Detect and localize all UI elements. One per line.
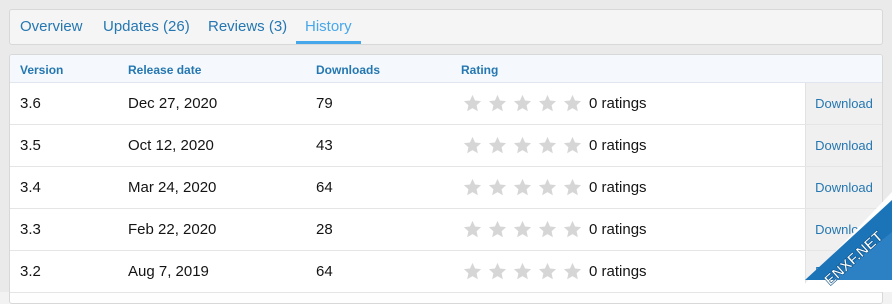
rating-count: 0 ratings — [589, 179, 647, 196]
tab-reviews[interactable]: Reviews (3) — [208, 10, 287, 44]
star-rating — [462, 177, 587, 199]
star-icon — [488, 220, 507, 238]
star-icon — [513, 262, 532, 280]
column-header-version: Version — [20, 63, 64, 77]
star-icon — [538, 136, 557, 154]
rating-count: 0 ratings — [589, 137, 647, 154]
star-icon — [463, 178, 482, 196]
table-row: 3.3 Feb 22, 2020 28 0 ratings Download — [10, 209, 882, 251]
star-icon — [538, 220, 557, 238]
version-cell: 3.3 — [20, 221, 41, 238]
tab-updates[interactable]: Updates (26) — [103, 10, 190, 44]
star-icon — [463, 262, 482, 280]
star-icon — [563, 136, 582, 154]
tab-bar: Overview Updates (26) Reviews (3) Histor… — [9, 9, 883, 45]
version-cell: 3.5 — [20, 137, 41, 154]
star-icon — [463, 220, 482, 238]
star-icon — [513, 178, 532, 196]
downloads-cell: 43 — [316, 137, 333, 154]
star-rating — [462, 135, 587, 157]
table-row: 3.2Aug 7, 2019640 ratingsDownload — [10, 251, 882, 293]
tab-overview[interactable]: Overview — [20, 10, 83, 44]
history-table: Version Release date Downloads Rating 3.… — [9, 54, 883, 304]
star-icon — [538, 262, 557, 280]
rating-count: 0 ratings — [589, 95, 647, 112]
downloads-cell: 64 — [316, 263, 333, 280]
watermark-badge: ENXF.NET — [797, 192, 892, 292]
star-icon — [563, 178, 582, 196]
star-icon — [513, 136, 532, 154]
star-icon — [463, 136, 482, 154]
star-icon — [488, 94, 507, 112]
table-row: 3.6 Dec 27, 2020 79 0 ratings Download — [10, 83, 882, 125]
star-icon — [563, 262, 582, 280]
download-button[interactable]: Download — [805, 83, 882, 124]
downloads-cell: 79 — [316, 95, 333, 112]
star-rating — [462, 93, 587, 115]
star-icon — [513, 94, 532, 112]
star-rating — [462, 219, 587, 241]
star-icon — [488, 136, 507, 154]
download-button[interactable]: Download — [805, 125, 882, 166]
tab-history[interactable]: History — [296, 10, 361, 44]
column-header-release-date: Release date — [128, 63, 202, 77]
star-rating — [462, 261, 587, 283]
column-header-rating: Rating — [461, 63, 499, 77]
star-icon — [513, 220, 532, 238]
release-date-cell: Aug 7, 2019 — [128, 263, 209, 280]
downloads-cell: 28 — [316, 221, 333, 238]
star-icon — [563, 94, 582, 112]
version-cell: 3.4 — [20, 179, 41, 196]
star-icon — [563, 220, 582, 238]
release-date-cell: Dec 27, 2020 — [128, 95, 218, 112]
rating-count: 0 ratings — [589, 221, 647, 238]
downloads-cell: 64 — [316, 179, 333, 196]
version-cell: 3.6 — [20, 95, 41, 112]
column-header-downloads: Downloads — [316, 63, 381, 77]
table-header: Version Release date Downloads Rating — [10, 55, 882, 83]
rating-count: 0 ratings — [589, 263, 647, 280]
version-cell: 3.2 — [20, 263, 41, 280]
star-icon — [538, 94, 557, 112]
page-frame: Overview Updates (26) Reviews (3) Histor… — [0, 0, 892, 304]
table-row: 3.4 Mar 24, 2020 64 0 ratings Download — [10, 167, 882, 209]
star-icon — [488, 262, 507, 280]
table-row: 3.5 Oct 12, 2020 43 0 ratings Download — [10, 125, 882, 167]
star-icon — [538, 178, 557, 196]
release-date-cell: Mar 24, 2020 — [128, 179, 217, 196]
release-date-cell: Oct 12, 2020 — [128, 137, 214, 154]
star-icon — [463, 94, 482, 112]
star-icon — [488, 178, 507, 196]
release-date-cell: Feb 22, 2020 — [128, 221, 217, 238]
